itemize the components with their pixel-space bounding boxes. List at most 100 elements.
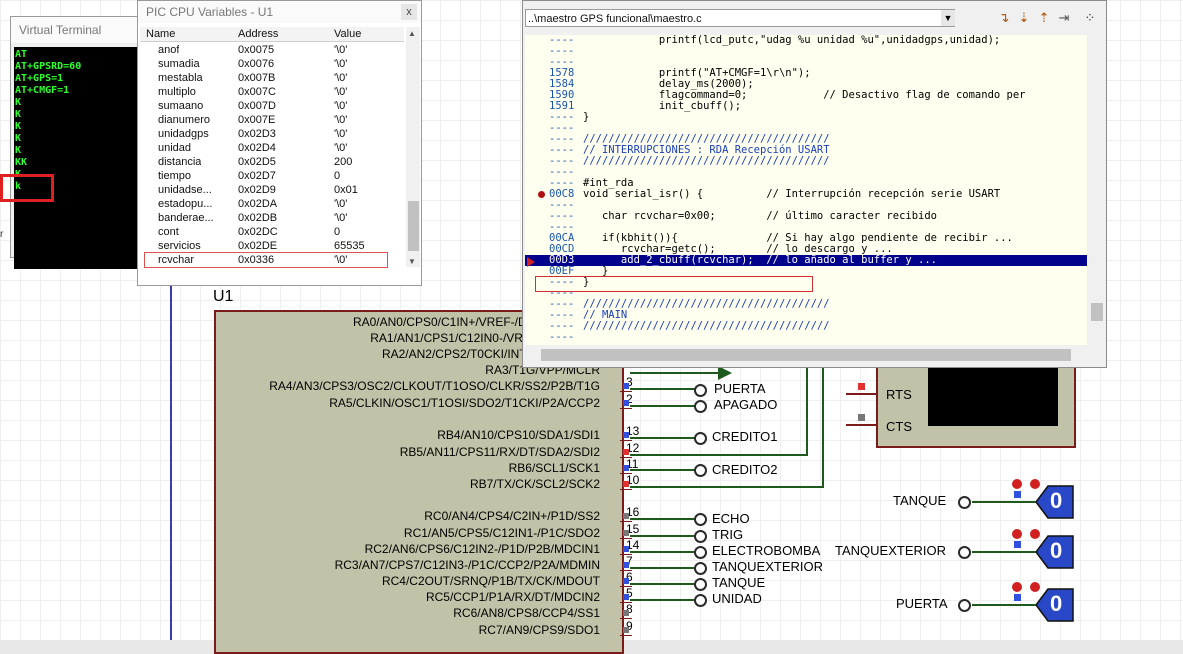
variable-row[interactable]: sumaano 0x007D '\0' (140, 99, 404, 113)
variable-row[interactable]: distancia 0x02D5 200 (140, 155, 404, 169)
terminal-line: AT (15, 49, 28, 60)
variables-table-header: Name Address Value (140, 27, 404, 42)
variable-row[interactable]: unidad 0x02D4 '\0' (140, 141, 404, 155)
chip-designator: U1 (213, 288, 234, 305)
code-line[interactable]: ---- (525, 332, 1087, 343)
wire (630, 583, 698, 585)
terminal-line: K (15, 145, 22, 156)
chevron-down-icon[interactable]: ▼ (941, 10, 955, 26)
net-terminal[interactable] (694, 384, 707, 397)
virtual-terminal-title[interactable]: Virtual Terminal (11, 17, 139, 43)
variable-row[interactable]: cont 0x02DC 0 (140, 225, 404, 239)
step-out-icon[interactable]: ⇡ (1035, 9, 1053, 27)
net-terminal[interactable] (958, 546, 971, 559)
breakpoints-icon[interactable]: ⁘ (1081, 9, 1099, 27)
wire (630, 372, 730, 374)
net-terminal[interactable] (694, 594, 707, 607)
code-line[interactable]: ---- printf(lcd_putc,"udag %u unidad %u"… (525, 35, 1087, 46)
variable-row[interactable]: tiempo 0x02D7 0 (140, 169, 404, 183)
variable-row[interactable]: dianumero 0x007E '\0' (140, 113, 404, 127)
wire (170, 284, 172, 640)
variable-name: unidad (158, 142, 192, 154)
wire (630, 405, 698, 407)
wire (630, 486, 824, 488)
variable-row[interactable]: mestabla 0x007B '\0' (140, 71, 404, 85)
variable-row[interactable]: unidadse... 0x02D9 0x01 (140, 183, 404, 197)
column-header-address[interactable]: Address (238, 27, 278, 41)
pic-variables-title[interactable]: PIC CPU Variables - U1 (138, 1, 421, 23)
code-editor[interactable]: ---- printf(lcd_putc,"udag %u unidad %u"… (525, 35, 1087, 354)
wire (630, 551, 698, 553)
net-terminal[interactable] (694, 513, 707, 526)
run-to-cursor-icon[interactable]: ⇥ (1055, 9, 1073, 27)
terminal-line: K (15, 121, 22, 132)
code-line[interactable]: ----} (525, 112, 1087, 123)
variable-name: estadopu... (158, 198, 213, 210)
edge-marker: r (0, 229, 4, 240)
variable-row[interactable]: unidadgps 0x02D3 '\0' (140, 127, 404, 141)
variable-name: mestabla (158, 72, 203, 84)
breakpoint-icon[interactable] (538, 191, 545, 198)
terminal-output[interactable]: AT AT+GPSRD=60 AT+GPS=1 AT+CMGF=1 K K K K K KK Kk (14, 47, 139, 269)
probe-label: PUERTA (896, 596, 948, 611)
variable-row[interactable]: servicios 0x02DE 65535 (140, 239, 404, 253)
close-icon[interactable]: x (401, 4, 417, 20)
variable-name: banderae... (158, 212, 214, 224)
net-terminal[interactable] (694, 464, 707, 477)
virtual-terminal-window[interactable]: Virtual Terminal AT AT+GPSRD=60 AT+GPS=1 AT… (10, 16, 140, 269)
variable-row[interactable]: sumadia 0x0076 '\0' (140, 57, 404, 71)
variable-row[interactable]: estadopu... 0x02DA '\0' (140, 197, 404, 211)
pin-state-indicator (623, 432, 629, 438)
net-terminal[interactable] (694, 578, 707, 591)
net-terminal[interactable] (694, 546, 707, 559)
net-terminal[interactable] (694, 400, 707, 413)
scroll-down-icon[interactable]: ▼ (408, 257, 416, 266)
scrollbar-thumb[interactable] (1091, 303, 1103, 321)
net-terminal[interactable] (694, 530, 707, 543)
source-code-window[interactable]: ..\maestro GPS funcional\maestro.c ▼ ↴ ⇣… (522, 0, 1107, 368)
led-icon (1012, 582, 1022, 592)
pin-label: RC0/AN4/CPS4/C2IN+/P1D/SS2 (424, 509, 600, 523)
code-line[interactable]: 00C8 void serial_isr() { // Interrupción … (525, 189, 1087, 200)
terminal-line: AT+GPS=1 (15, 73, 64, 84)
scrollbar-thumb[interactable] (541, 349, 1071, 361)
column-header-name[interactable]: Name (146, 27, 175, 41)
source-file-select[interactable]: ..\maestro GPS funcional\maestro.c (525, 9, 955, 27)
current-code-line[interactable]: 00D3 add_2_cbuff(rcvchar); // lo añado a… (525, 255, 1087, 266)
step-over-icon[interactable]: ↴ (995, 9, 1013, 27)
probe-label: TANQUE (893, 493, 947, 508)
variable-row[interactable]: multiplo 0x007C '\0' (140, 85, 404, 99)
pin-label: RC7/AN9/CPS9/SDO1 (478, 623, 600, 637)
pin-state-indicator (1014, 541, 1021, 548)
variable-address: 0x02D5 (238, 156, 276, 168)
step-into-icon[interactable]: ⇣ (1015, 9, 1033, 27)
terminal-line: K (15, 133, 22, 144)
net-terminal[interactable] (694, 562, 707, 575)
code-line[interactable]: ---- (525, 46, 1087, 57)
variable-address: 0x0076 (238, 58, 275, 70)
led-icon (1030, 529, 1040, 539)
wire (846, 393, 876, 395)
pic-cpu-variables-window[interactable]: PIC CPU Variables - U1 x Name Address Va… (137, 0, 422, 286)
code-line[interactable]: ----////////////////////////////////////… (525, 321, 1087, 332)
variable-row[interactable]: anof 0x0075 '\0' (140, 43, 404, 57)
pin-state-indicator (858, 383, 865, 390)
code-line[interactable]: ---- char rcvchar=0x00; // último caract… (525, 211, 1087, 222)
scrollbar-thumb[interactable] (408, 201, 419, 251)
net-terminal[interactable] (958, 496, 971, 509)
terminal-line: K (15, 109, 22, 120)
variable-row[interactable]: banderae... 0x02DB '\0' (140, 211, 404, 225)
code-line[interactable]: 1591 init_cbuff(); (525, 101, 1087, 112)
vertical-scrollbar[interactable] (1089, 35, 1104, 345)
column-header-value[interactable]: Value (334, 27, 361, 41)
code-text: /////////////////////////////////////// (583, 320, 830, 332)
code-line[interactable]: ----////////////////////////////////////… (525, 156, 1087, 167)
scroll-up-icon[interactable]: ▲ (408, 29, 416, 38)
pin-label: RC5/CCP1/P1A/RX/DT/MDCIN2 (425, 590, 600, 604)
net-terminal[interactable] (694, 432, 707, 445)
net-label-tanque: TANQUE (712, 575, 766, 590)
highlight-box (144, 252, 388, 268)
wire (806, 366, 808, 456)
led-icon (1030, 582, 1040, 592)
net-terminal[interactable] (958, 599, 971, 612)
